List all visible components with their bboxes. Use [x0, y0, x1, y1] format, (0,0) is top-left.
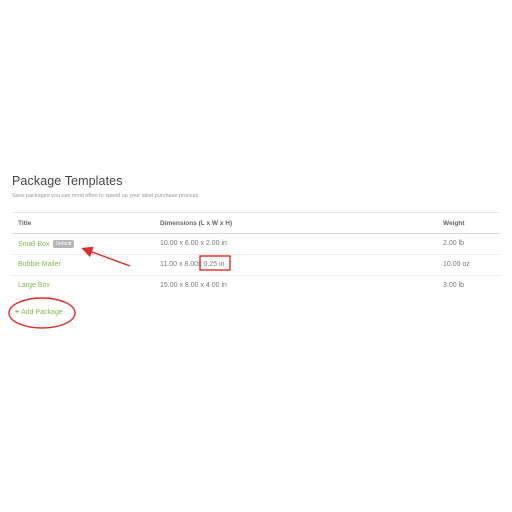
row-weight: 10.00 oz	[443, 261, 470, 268]
package-link-small-box[interactable]: Small Box	[18, 241, 50, 248]
package-link-bubble-mailer[interactable]: Bubble Mailer	[18, 261, 61, 268]
plus-icon: +	[15, 309, 20, 316]
package-link-large-box[interactable]: Large Box	[18, 282, 50, 289]
row-dimensions: 15.00 x 8.00 x 4.00 in	[160, 282, 227, 289]
row-title-cell: Large Box	[18, 282, 50, 289]
header-weight: Weight	[443, 220, 465, 227]
header-title: Title	[18, 220, 32, 227]
package-templates-panel: Package Templates Save packages you use …	[12, 174, 500, 316]
row-dimensions: 10.00 x 6.00 x 2.00 in	[160, 240, 227, 247]
table-row: Large Box 15.00 x 8.00 x 4.00 in 3.00 lb	[12, 276, 500, 297]
row-weight: 2.00 lb	[443, 240, 465, 247]
page-subtitle: Save packages you use most often to spee…	[12, 193, 200, 199]
row-dimensions-highlight: x 0.25 in	[198, 261, 225, 268]
default-badge: Default	[52, 240, 75, 248]
row-title-cell: Bubble Mailer	[18, 261, 61, 268]
row-dimensions-main: 11.00 x 8.00	[160, 261, 199, 268]
table-row: Small Box Default 10.00 x 6.00 x 2.00 in …	[12, 234, 500, 255]
add-package-label: Add Package	[21, 309, 63, 316]
table-header: Title Dimensions (L x W x H) Weight	[12, 212, 500, 234]
row-dimensions: 11.00 x 8.00x 0.25 in	[160, 261, 224, 268]
add-package-button[interactable]: + Add Package	[15, 309, 63, 316]
header-dimensions: Dimensions (L x W x H)	[160, 220, 233, 227]
table-row: Bubble Mailer 11.00 x 8.00x 0.25 in 10.0…	[12, 255, 500, 276]
package-table: Title Dimensions (L x W x H) Weight Smal…	[12, 212, 500, 297]
page-title: Package Templates	[12, 174, 123, 188]
row-title-cell: Small Box Default	[18, 240, 75, 248]
row-weight: 3.00 lb	[443, 282, 465, 289]
